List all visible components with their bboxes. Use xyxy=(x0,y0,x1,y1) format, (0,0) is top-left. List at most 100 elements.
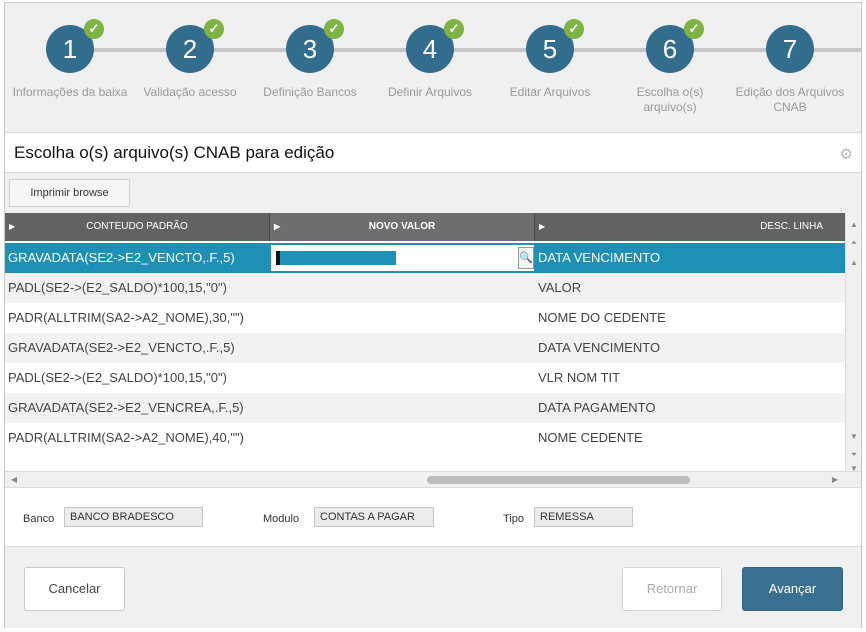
step-5-label: Editar Arquivos xyxy=(509,85,591,99)
table-row[interactable]: PADR(ALLTRIM(SA2->A2_NOME),40,"") NOME C… xyxy=(5,423,845,453)
scroll-left-icon[interactable]: ◀ xyxy=(8,474,20,486)
cell-desc: DATA VENCIMENTO xyxy=(538,250,661,265)
check-icon: ✓ xyxy=(564,19,584,39)
scroll-up-icon[interactable]: ▲ xyxy=(848,257,860,269)
horizontal-scroll-thumb[interactable] xyxy=(427,476,690,484)
step-7-number: 7 xyxy=(782,34,798,64)
cell-novo-valor[interactable] xyxy=(272,273,535,303)
wizard-steps: 1 ✓ Informações da baixa 2 ✓ Validação a… xyxy=(5,3,861,133)
scroll-down-icon[interactable]: ▼ xyxy=(848,431,860,443)
modulo-label: Modulo xyxy=(263,513,300,525)
vertical-scrollbar[interactable]: ▲ ⏶ ▲ ▼ ⏷ ▼ xyxy=(845,213,861,473)
step-4-label: Definir Arquivos xyxy=(387,85,473,99)
step-3[interactable]: 3 ✓ Definição Bancos xyxy=(250,19,370,100)
column-header-novo-valor[interactable]: ▶ NOVO VALOR xyxy=(270,213,535,241)
scroll-top-icon[interactable]: ▲ xyxy=(848,219,860,231)
step-3-label: Definição Bancos xyxy=(263,85,357,99)
scroll-page-down-icon[interactable]: ⏷ xyxy=(848,449,860,461)
cell-novo-valor[interactable] xyxy=(272,363,535,393)
cnab-grid: ▶ CONTEUDO PADRÃO ▶ NOVO VALOR ▶ DESC. L… xyxy=(5,213,861,487)
cell-desc: DATA VENCIMENTO xyxy=(538,340,661,355)
scroll-right-icon[interactable]: ▶ xyxy=(829,474,841,486)
check-icon: ✓ xyxy=(684,19,704,39)
step-7-circle: 7 xyxy=(766,25,814,73)
table-row[interactable]: GRAVADATA(SE2->E2_VENCTO,.F.,5) DATA VEN… xyxy=(5,333,845,363)
column-header-novo-valor-label: NOVO VALOR xyxy=(368,221,436,232)
table-row[interactable]: PADL(SE2->(E2_SALDO)*100,15,"0") VLR NOM… xyxy=(5,363,845,393)
novo-valor-input[interactable]: 🔍 xyxy=(270,244,535,272)
cell-conteudo: PADL(SE2->(E2_SALDO)*100,15,"0") xyxy=(8,280,227,295)
cell-novo-valor[interactable] xyxy=(272,333,535,363)
step-6[interactable]: 6 ✓ Escolha o(s) arquivo(s) xyxy=(610,19,730,115)
cell-conteudo: PADR(ALLTRIM(SA2->A2_NOME),30,"") xyxy=(8,310,244,325)
step-2[interactable]: 2 ✓ Validação acesso xyxy=(130,19,250,100)
cell-desc: VLR NOM TIT xyxy=(538,370,621,385)
grid-header: ▶ CONTEUDO PADRÃO ▶ NOVO VALOR ▶ DESC. L… xyxy=(5,213,845,241)
column-header-conteudo[interactable]: ▶ CONTEUDO PADRÃO xyxy=(5,213,270,241)
cell-desc: NOME CEDENTE xyxy=(538,430,643,445)
step-1-circle: 1 ✓ xyxy=(46,19,104,73)
step-4-circle: 4 ✓ xyxy=(406,19,464,73)
step-6-number: 6 xyxy=(662,34,678,64)
file-info: Banco BANCO BRADESCO Modulo CONTAS A PAG… xyxy=(5,487,861,547)
search-icon[interactable]: 🔍 xyxy=(518,247,534,269)
cell-desc: NOME DO CEDENTE xyxy=(538,310,666,325)
step-1-label: Informações da baixa xyxy=(12,85,128,99)
print-browse-button[interactable]: Imprimir browse xyxy=(9,179,130,207)
step-6-label: Escolha o(s) arquivo(s) xyxy=(636,85,704,114)
step-3-number: 3 xyxy=(302,34,318,64)
column-header-desc-linha[interactable]: ▶ DESC. LINHA xyxy=(535,213,845,241)
grid-toolbar: Imprimir browse xyxy=(5,173,861,213)
column-header-desc-linha-label: DESC. LINHA xyxy=(760,221,823,232)
cell-novo-valor[interactable] xyxy=(272,393,535,423)
cell-novo-valor[interactable] xyxy=(272,303,535,333)
step-2-circle: 2 ✓ xyxy=(166,19,224,73)
cell-conteudo: PADR(ALLTRIM(SA2->A2_NOME),40,"") xyxy=(8,430,244,445)
column-arrow-icon: ▶ xyxy=(274,222,281,231)
tipo-label: Tipo xyxy=(503,513,524,525)
cell-novo-valor[interactable] xyxy=(272,423,535,453)
table-row[interactable]: GRAVADATA(SE2->E2_VENCTO,.F.,5) 🔍 DATA V… xyxy=(5,243,845,273)
column-arrow-icon: ▶ xyxy=(539,222,546,231)
table-row[interactable]: GRAVADATA(SE2->E2_VENCREA,.F.,5) DATA PA… xyxy=(5,393,845,423)
step-4[interactable]: 4 ✓ Definir Arquivos xyxy=(370,19,490,100)
step-5[interactable]: 5 ✓ Editar Arquivos xyxy=(490,19,610,100)
step-5-number: 5 xyxy=(542,34,558,64)
check-icon: ✓ xyxy=(324,19,344,39)
horizontal-scrollbar[interactable]: ◀ ▶ xyxy=(5,471,861,487)
step-2-label: Validação acesso xyxy=(143,85,237,99)
step-7[interactable]: 7 Edição dos Arquivos CNAB xyxy=(730,25,850,115)
step-4-number: 4 xyxy=(422,34,438,64)
scroll-page-up-icon[interactable]: ⏶ xyxy=(848,237,860,249)
step-7-label: Edição dos Arquivos CNAB xyxy=(735,85,845,114)
tipo-field: REMESSA xyxy=(534,507,633,527)
step-1[interactable]: 1 ✓ Informações da baixa xyxy=(10,19,130,100)
cell-conteudo: GRAVADATA(SE2->E2_VENCTO,.F.,5) xyxy=(8,340,235,355)
input-selection xyxy=(276,251,396,265)
step-6-circle: 6 ✓ xyxy=(646,19,704,73)
column-header-conteudo-label: CONTEUDO PADRÃO xyxy=(86,221,188,232)
cancel-button[interactable]: Cancelar xyxy=(24,567,125,611)
table-row[interactable]: PADL(SE2->(E2_SALDO)*100,15,"0") VALOR xyxy=(5,273,845,303)
banco-field: BANCO BRADESCO xyxy=(64,507,203,527)
gear-icon[interactable]: ⚙ xyxy=(840,145,853,163)
modulo-field: CONTAS A PAGAR xyxy=(314,507,434,527)
panel-header: Escolha o(s) arquivo(s) CNAB para edição… xyxy=(5,133,861,173)
step-3-circle: 3 ✓ xyxy=(286,19,344,73)
cell-conteudo: PADL(SE2->(E2_SALDO)*100,15,"0") xyxy=(8,370,227,385)
step-5-circle: 5 ✓ xyxy=(526,19,584,73)
cell-conteudo: GRAVADATA(SE2->E2_VENCTO,.F.,5) xyxy=(8,250,235,265)
cell-desc: VALOR xyxy=(538,280,582,295)
check-icon: ✓ xyxy=(84,19,104,39)
check-icon: ✓ xyxy=(204,19,224,39)
table-row[interactable]: PADR(ALLTRIM(SA2->A2_NOME),30,"") NOME D… xyxy=(5,303,845,333)
wizard-actions: Cancelar Retornar Avançar xyxy=(5,548,861,628)
step-1-number: 1 xyxy=(62,34,78,64)
cell-desc: DATA PAGAMENTO xyxy=(538,400,656,415)
check-icon: ✓ xyxy=(444,19,464,39)
column-arrow-icon: ▶ xyxy=(9,222,16,231)
banco-label: Banco xyxy=(23,513,55,525)
next-button[interactable]: Avançar xyxy=(742,567,843,611)
page-title: Escolha o(s) arquivo(s) CNAB para edição xyxy=(14,143,335,162)
back-button[interactable]: Retornar xyxy=(622,567,722,611)
